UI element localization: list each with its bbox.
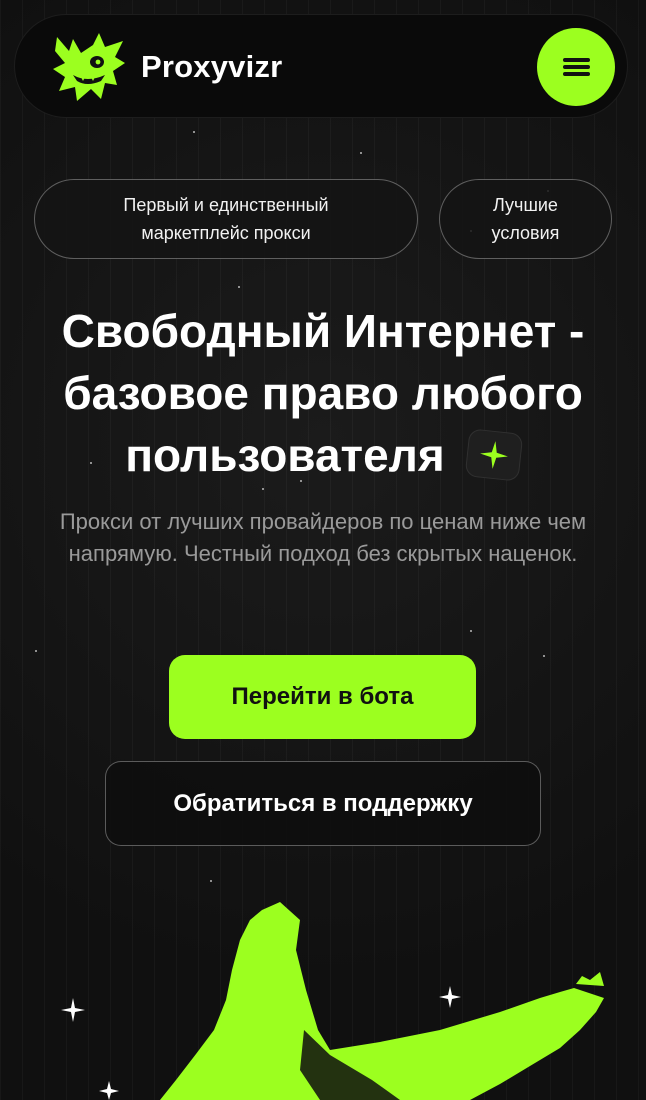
headline-line: Свободный Интернет - bbox=[61, 305, 585, 357]
hamburger-menu-icon bbox=[563, 58, 590, 62]
headline-line: пользователя bbox=[125, 429, 445, 481]
top-navbar: Proxyvizr bbox=[14, 14, 628, 118]
landing-page: Proxyvizr Первый и единственный маркетпл… bbox=[0, 0, 646, 1100]
feature-pill-conditions: Лучшие условия bbox=[439, 179, 612, 259]
green-devil-creature-icon[interactable] bbox=[51, 29, 131, 105]
green-creature-illustration bbox=[61, 902, 604, 1100]
hero-subtitle: Прокси от лучших провайдеров по ценам ни… bbox=[59, 509, 587, 566]
brand-name[interactable]: Proxyvizr bbox=[141, 49, 282, 85]
hero-headline: Свободный Интернет - базовое право любог… bbox=[0, 300, 646, 486]
menu-button[interactable] bbox=[537, 28, 615, 106]
headline-line: базовое право любого bbox=[63, 367, 583, 419]
headline-line-with-icon: пользователя bbox=[125, 424, 524, 486]
hamburger-menu-icon-bar bbox=[563, 65, 590, 69]
feature-pill-marketplace: Первый и единственный маркетплейс прокси bbox=[34, 179, 418, 259]
feature-pill-label: Первый и единственный маркетплейс прокси bbox=[123, 195, 329, 243]
go-to-bot-button[interactable]: Перейти в бота bbox=[169, 655, 476, 739]
feature-pill-label: Лучшие условия bbox=[491, 195, 560, 243]
hamburger-menu-icon-bar bbox=[563, 72, 590, 76]
sparkle-icon bbox=[464, 428, 524, 482]
contact-support-button[interactable]: Обратиться в поддержку bbox=[105, 761, 541, 846]
